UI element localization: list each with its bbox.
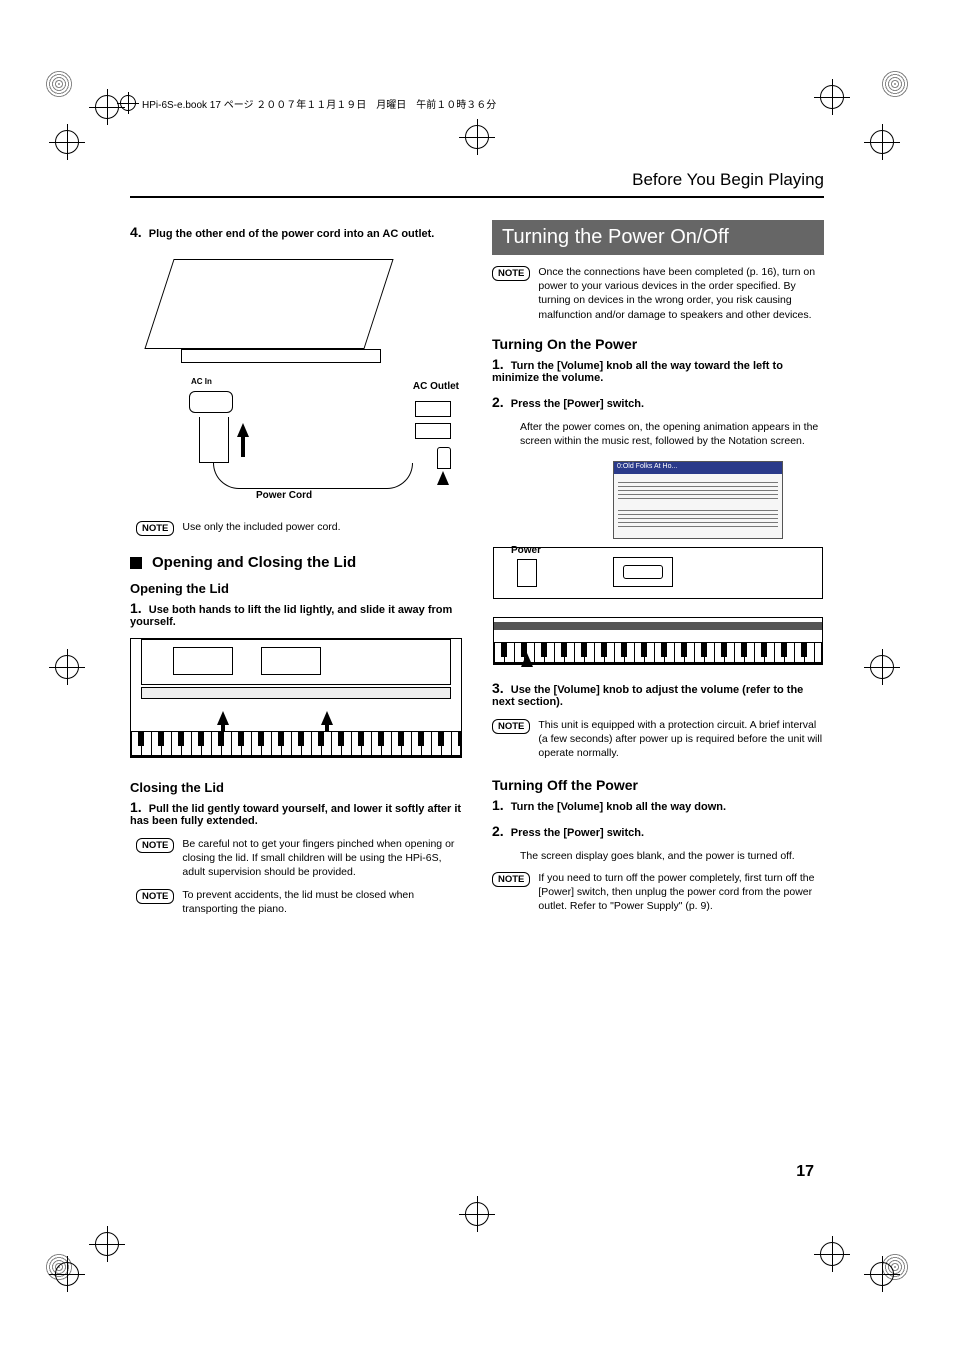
note-text: Once the connections have been completed… [538, 265, 824, 322]
step-text: Press the [Power] switch. [511, 827, 644, 839]
registration-mark-icon [465, 1202, 489, 1226]
note-power-cord: NOTE Use only the included power cord. [136, 520, 462, 536]
crop-marks-bottom [0, 1236, 954, 1296]
page-content: 4. Plug the other end of the power cord … [130, 220, 824, 1151]
on-step-2: 2. Press the [Power] switch. [492, 394, 824, 410]
on-step-1: 1. Turn the [Volume] knob all the way to… [492, 356, 824, 384]
note-transport: NOTE To prevent accidents, the lid must … [136, 888, 462, 916]
registration-mark-icon [870, 655, 894, 679]
note-text: Be careful not to get your fingers pinch… [182, 837, 462, 880]
page-header: Before You Begin Playing [130, 170, 824, 198]
registration-mark-icon [55, 1262, 79, 1286]
on-step-2-body: After the power comes on, the opening an… [520, 420, 824, 448]
step-text: Use the [Volume] knob to adjust the volu… [492, 684, 803, 708]
step-number: 4. [130, 224, 142, 240]
registration-mark-icon [95, 95, 119, 119]
note-text: To prevent accidents, the lid must be cl… [182, 888, 462, 916]
section-banner: Turning the Power On/Off [492, 220, 824, 255]
page-number: 17 [796, 1163, 814, 1181]
registration-mark-icon [820, 1242, 844, 1266]
off-step-2: 2. Press the [Power] switch. [492, 823, 824, 839]
step-number: 2. [492, 394, 504, 410]
registration-mark-icon [820, 85, 844, 109]
step-text: Plug the other end of the power cord int… [149, 228, 435, 240]
registration-mark-icon [870, 1262, 894, 1286]
doc-meta-text: HPi-6S-e.book 17 ページ ２００７年１１月１９日 月曜日 午前１… [142, 96, 496, 111]
notation-title: 0:Old Folks At Ho... [614, 462, 782, 474]
step-number: 3. [492, 680, 504, 696]
note-badge: NOTE [492, 872, 530, 887]
note-protection: NOTE This unit is equipped with a protec… [492, 718, 824, 761]
note-badge: NOTE [136, 838, 174, 853]
note-connections: NOTE Once the connections have been comp… [492, 265, 824, 322]
note-text: If you need to turn off the power comple… [538, 871, 824, 914]
ac-outlet-label: AC Outlet [413, 381, 459, 392]
doc-meta-line: HPi-6S-e.book 17 ページ ２００７年１１月１９日 月曜日 午前１… [120, 95, 496, 111]
registration-mark-icon [120, 95, 136, 111]
figure-power-connection: AC In AC Outlet Power Cord [140, 250, 462, 500]
note-text: This unit is equipped with a protection … [538, 718, 824, 761]
step-4: 4. Plug the other end of the power cord … [130, 224, 462, 240]
page-title: Before You Begin Playing [632, 170, 824, 189]
power-cord-label: Power Cord [256, 490, 312, 501]
subsection-title: Opening and Closing the Lid [152, 554, 356, 571]
off-step-1: 1. Turn the [Volume] knob all the way do… [492, 797, 824, 813]
step-number: 1. [492, 356, 504, 372]
step-text: Turn the [Volume] knob all the way down. [511, 801, 726, 813]
step-text: Press the [Power] switch. [511, 398, 644, 410]
note-text: Use only the included power cord. [182, 520, 340, 534]
registration-mark-icon [870, 130, 894, 154]
opening-heading: Opening the Lid [130, 581, 462, 596]
ac-in-label: AC In [191, 377, 212, 386]
closing-step-1: 1. Pull the lid gently toward yourself, … [130, 799, 462, 827]
turning-on-heading: Turning On the Power [492, 336, 824, 352]
step-text: Turn the [Volume] knob all the way towar… [492, 360, 783, 384]
step-number: 1. [130, 799, 142, 815]
on-step-3: 3. Use the [Volume] knob to adjust the v… [492, 680, 824, 708]
step-text: Pull the lid gently toward yourself, and… [130, 803, 461, 827]
left-column: 4. Plug the other end of the power cord … [130, 220, 462, 1151]
registration-mark-icon [55, 655, 79, 679]
off-step-2-body: The screen display goes blank, and the p… [520, 849, 824, 863]
note-fingers: NOTE Be careful not to get your fingers … [136, 837, 462, 880]
step-text: Use both hands to lift the lid lightly, … [130, 604, 452, 628]
closing-heading: Closing the Lid [130, 780, 462, 795]
figure-lid [130, 638, 462, 758]
note-badge: NOTE [492, 719, 530, 734]
note-badge: NOTE [492, 266, 530, 281]
step-number: 1. [492, 797, 504, 813]
note-badge: NOTE [136, 521, 174, 536]
registration-mark-icon [465, 125, 489, 149]
note-badge: NOTE [136, 889, 174, 904]
opening-step-1: 1. Use both hands to lift the lid lightl… [130, 600, 462, 628]
step-number: 2. [492, 823, 504, 839]
square-bullet-icon [130, 557, 142, 569]
figure-power-on: 0:Old Folks At Ho... Power [492, 456, 824, 666]
turning-off-heading: Turning Off the Power [492, 777, 824, 793]
subsection-lid: Opening and Closing the Lid [130, 554, 462, 571]
power-label: Power [511, 545, 541, 556]
step-number: 1. [130, 600, 142, 616]
right-column: Turning the Power On/Off NOTE Once the c… [492, 220, 824, 1151]
note-unplug: NOTE If you need to turn off the power c… [492, 871, 824, 914]
registration-mark-icon [55, 130, 79, 154]
registration-mark-icon [95, 1232, 119, 1256]
